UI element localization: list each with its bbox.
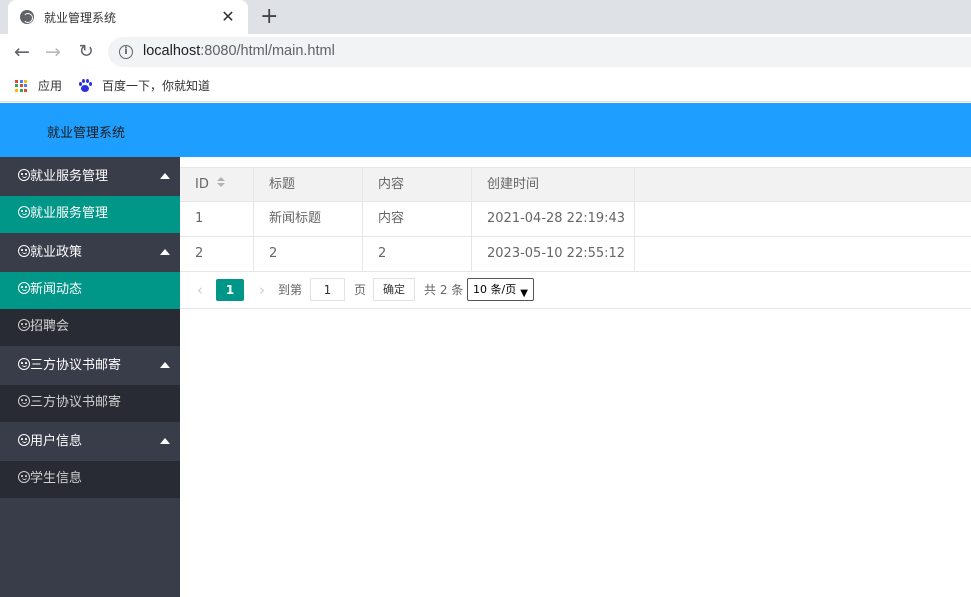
table-header-row: ID 标题 内容 创建时间 (180, 167, 971, 202)
tab-title: 就业管理系统 (44, 10, 117, 25)
url-bar[interactable]: i localhost:8080/html/main.html (108, 37, 971, 67)
sidebar-group-employment-policy[interactable]: 就业政策 (0, 233, 180, 272)
sidebar-item-job-fair[interactable]: 招聘会 (0, 309, 180, 346)
smile-icon (18, 206, 30, 218)
sidebar-item-label: 新闻动态 (30, 282, 83, 297)
sidebar-group-user-info[interactable]: 用户信息 (0, 422, 180, 461)
column-header-id[interactable]: ID (180, 168, 254, 202)
sidebar-item-student-info[interactable]: 学生信息 (0, 461, 180, 498)
baidu-paw-icon (78, 78, 92, 93)
column-header-created: 创建时间 (472, 168, 635, 202)
sidebar-item-employment-service[interactable]: 就业服务管理 (0, 196, 180, 233)
cell-id: 2 (180, 237, 254, 271)
smile-icon (18, 471, 30, 483)
app-header: 就业管理系统 (0, 103, 971, 157)
smile-icon (18, 245, 30, 257)
caret-up-icon (160, 173, 170, 179)
caret-up-icon (160, 249, 170, 255)
sidebar-item-label: 招聘会 (30, 319, 70, 334)
globe-icon (20, 10, 34, 24)
column-header-content: 内容 (363, 168, 472, 202)
cell-title: 2 (254, 237, 363, 271)
main-content: ID 标题 内容 创建时间 1 新闻标题 内容 2021-04-28 22:19… (180, 157, 971, 597)
pagination-bar: ‹ 1 › 到第 页 确定 共 2 条 10 条/页▼ (180, 272, 971, 309)
confirm-button[interactable]: 确定 (373, 278, 415, 301)
sidebar-group-tripartite-agreement[interactable]: 三方协议书邮寄 (0, 346, 180, 385)
bookmark-apps-label: 应用 (38, 79, 63, 93)
sidebar-item-label: 三方协议书邮寄 (30, 395, 122, 410)
prev-page-icon[interactable]: ‹ (193, 279, 207, 301)
cell-content: 内容 (363, 202, 472, 236)
caret-up-icon (160, 438, 170, 444)
bookmark-apps[interactable]: 应用 (15, 77, 62, 94)
smile-icon (18, 169, 30, 181)
cell-content: 2 (363, 237, 472, 271)
sidebar-item-label: 学生信息 (30, 471, 83, 486)
sidebar-group-label: 就业服务管理 (30, 169, 109, 184)
sidebar-item-tripartite-agreement[interactable]: 三方协议书邮寄 (0, 385, 180, 422)
chevron-down-icon: ▼ (520, 288, 528, 299)
sidebar-item-news[interactable]: 新闻动态 (0, 272, 180, 309)
cell-title: 新闻标题 (254, 202, 363, 236)
table-row[interactable]: 1 新闻标题 内容 2021-04-28 22:19:43 (180, 202, 971, 237)
sidebar-nav: 就业服务管理 就业服务管理 就业政策 新闻动态 招聘会 三方协议书邮寄 三方协议… (0, 157, 180, 597)
new-tab-button[interactable]: + (260, 4, 278, 30)
smile-icon (18, 358, 30, 370)
address-toolbar: ← → ↻ i localhost:8080/html/main.html (0, 34, 971, 70)
info-icon[interactable]: i (119, 45, 133, 59)
cell-id: 1 (180, 202, 254, 236)
smile-icon (18, 319, 30, 331)
cell-created: 2021-04-28 22:19:43 (472, 202, 635, 236)
sidebar-group-employment-service[interactable]: 就业服务管理 (0, 157, 180, 196)
browser-tab[interactable]: 就业管理系统 ✕ (8, 0, 248, 34)
sidebar-group-label: 就业政策 (30, 245, 83, 260)
total-count: 共 2 条 (424, 283, 464, 297)
bookmark-baidu-label: 百度一下，你就知道 (102, 79, 211, 93)
app-title: 就业管理系统 (47, 126, 126, 141)
smile-icon (18, 395, 30, 407)
cell-created: 2023-05-10 22:55:12 (472, 237, 635, 271)
data-table: ID 标题 内容 创建时间 1 新闻标题 内容 2021-04-28 22:19… (180, 167, 971, 272)
reload-icon[interactable]: ↻ (74, 40, 98, 64)
close-tab-icon[interactable]: ✕ (220, 9, 236, 25)
sidebar-group-label: 三方协议书邮寄 (30, 358, 122, 373)
smile-icon (18, 434, 30, 446)
goto-label: 到第 (278, 283, 303, 297)
bookmarks-bar: 应用 百度一下，你就知道 (0, 70, 971, 102)
next-page-icon[interactable]: › (255, 279, 269, 301)
forward-arrow-icon[interactable]: → (41, 40, 65, 64)
back-arrow-icon[interactable]: ← (10, 40, 34, 64)
column-header-title: 标题 (254, 168, 363, 202)
apps-grid-icon (15, 79, 27, 92)
sort-icon[interactable] (216, 177, 227, 189)
goto-page-input[interactable] (310, 278, 345, 301)
browser-tabstrip: 就业管理系统 ✕ + (0, 0, 971, 34)
caret-up-icon (160, 362, 170, 368)
page-size-select[interactable]: 10 条/页 ▼ (467, 278, 534, 301)
current-page-button[interactable]: 1 (216, 279, 244, 301)
table-row[interactable]: 2 2 2 2023-05-10 22:55:12 (180, 237, 971, 272)
page-unit-label: 页 (354, 283, 367, 297)
smile-icon (18, 282, 30, 294)
sidebar-item-label: 就业服务管理 (30, 206, 109, 221)
url-text[interactable]: localhost:8080/html/main.html (143, 43, 335, 59)
bookmark-baidu[interactable]: 百度一下，你就知道 (78, 77, 210, 94)
sidebar-group-label: 用户信息 (30, 434, 83, 449)
